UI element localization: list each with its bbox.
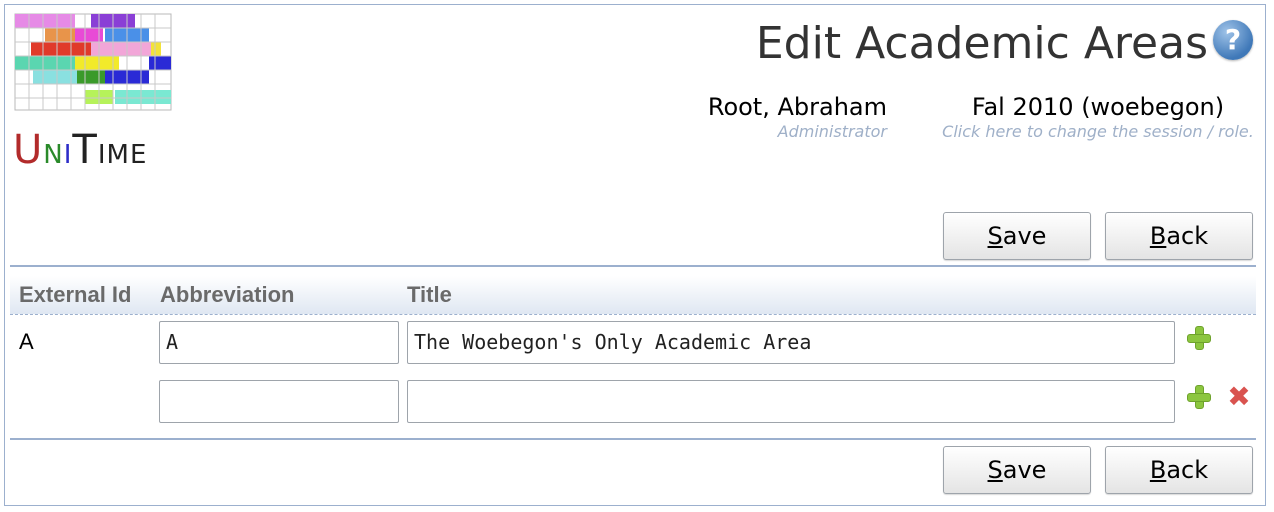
divider-top bbox=[10, 265, 1256, 267]
user-role: Administrator bbox=[777, 121, 887, 141]
divider-bottom bbox=[10, 438, 1256, 440]
user-name: Root, Abraham bbox=[707, 93, 887, 121]
column-header-abbreviation: Abbreviation bbox=[160, 282, 295, 307]
save-button-bottom[interactable]: Save bbox=[943, 446, 1091, 494]
page-title: Edit Academic Areas bbox=[755, 18, 1208, 69]
save-button-top[interactable]: Save bbox=[943, 212, 1091, 260]
row2-title-input[interactable] bbox=[407, 380, 1175, 423]
session-block[interactable]: Fal 2010 (woebegon) Click here to change… bbox=[938, 93, 1258, 141]
add-row-icon[interactable] bbox=[1187, 385, 1211, 409]
change-session-link[interactable]: Click here to change the session / role. bbox=[938, 122, 1258, 141]
column-header-external-id: External Id bbox=[19, 282, 132, 307]
back-button-bottom[interactable]: Back bbox=[1105, 446, 1253, 494]
delete-row-icon[interactable]: ✖ bbox=[1227, 383, 1251, 411]
session-name[interactable]: Fal 2010 (woebegon) bbox=[938, 93, 1258, 122]
row2-abbreviation-input[interactable] bbox=[159, 380, 399, 423]
table-header: External Id Abbreviation Title bbox=[10, 276, 1256, 315]
column-header-title: Title bbox=[407, 282, 452, 307]
row1-abbreviation-input[interactable]: A bbox=[159, 321, 399, 364]
logo-wordmark: UNITIME bbox=[13, 127, 148, 173]
logo-grid-icon bbox=[14, 13, 172, 111]
row1-title-input[interactable]: The Woebegon's Only Academic Area bbox=[407, 321, 1175, 364]
help-icon[interactable]: ? bbox=[1213, 20, 1253, 60]
unitime-logo: UNITIME bbox=[13, 12, 178, 177]
row1-external-id: A bbox=[19, 329, 34, 354]
back-button-top[interactable]: Back bbox=[1105, 212, 1253, 260]
user-block: Root, Abraham Administrator bbox=[708, 93, 887, 141]
add-row-icon[interactable] bbox=[1187, 326, 1211, 350]
